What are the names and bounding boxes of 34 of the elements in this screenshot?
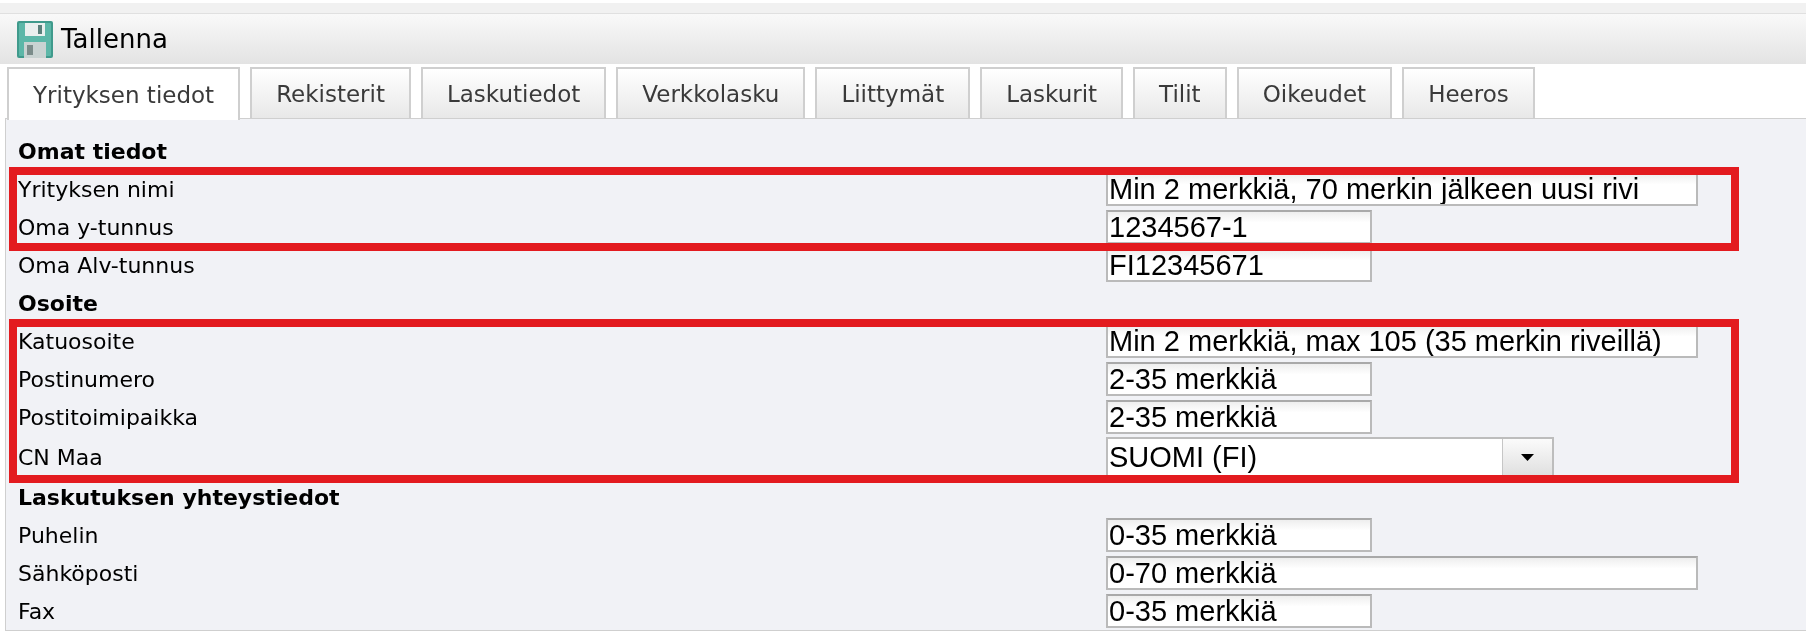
text-field[interactable]: 0-70 merkkiä [1106, 556, 1698, 590]
tab[interactable]: Laskutiedot [420, 67, 607, 118]
section-heading: Laskutuksen yhteystiedot [18, 484, 340, 510]
field-label: Fax [18, 598, 57, 624]
tab[interactable]: Heeros [1402, 67, 1535, 118]
field-label: Katuosoite [18, 328, 136, 354]
tab[interactable]: Oikeudet [1236, 67, 1393, 118]
tab[interactable]: Liittymät [815, 67, 971, 118]
field-label: Yrityksen nimi [18, 176, 176, 202]
text-field[interactable]: 2-35 merkkiä [1106, 400, 1372, 434]
save-button[interactable]: Tallenna [17, 20, 168, 58]
tab[interactable]: Yrityksen tiedot [7, 67, 241, 120]
field-label: Postinumero [18, 366, 157, 392]
text-field[interactable]: FI12345671 [1106, 248, 1372, 282]
field-label: Oma Alv-tunnus [18, 252, 196, 278]
tab[interactable]: Laskurit [980, 67, 1124, 118]
floppy-disk-icon [17, 20, 53, 58]
dropdown-button[interactable] [1502, 439, 1552, 475]
tab[interactable]: Verkkolasku [616, 67, 806, 118]
text-field[interactable]: 0-35 merkkiä [1106, 594, 1372, 628]
field-label: Oma y-tunnus [18, 214, 175, 240]
text-field[interactable]: 1234567-1 [1106, 210, 1372, 244]
field-label: Postitoimipaikka [18, 404, 200, 430]
country-select[interactable]: SUOMI (FI) [1106, 437, 1554, 477]
tab[interactable]: Tilit [1133, 67, 1227, 118]
field-label: Sähköposti [18, 560, 140, 586]
caret-icon [1521, 453, 1534, 461]
text-field[interactable]: 0-35 merkkiä [1106, 518, 1372, 552]
text-field[interactable]: 2-35 merkkiä [1106, 362, 1372, 396]
section-heading: Omat tiedot [18, 138, 167, 164]
field-label: Puhelin [18, 522, 100, 548]
section-heading: Osoite [18, 290, 98, 316]
field-label: CN Maa [18, 444, 104, 470]
tab[interactable]: Rekisterit [250, 67, 411, 118]
